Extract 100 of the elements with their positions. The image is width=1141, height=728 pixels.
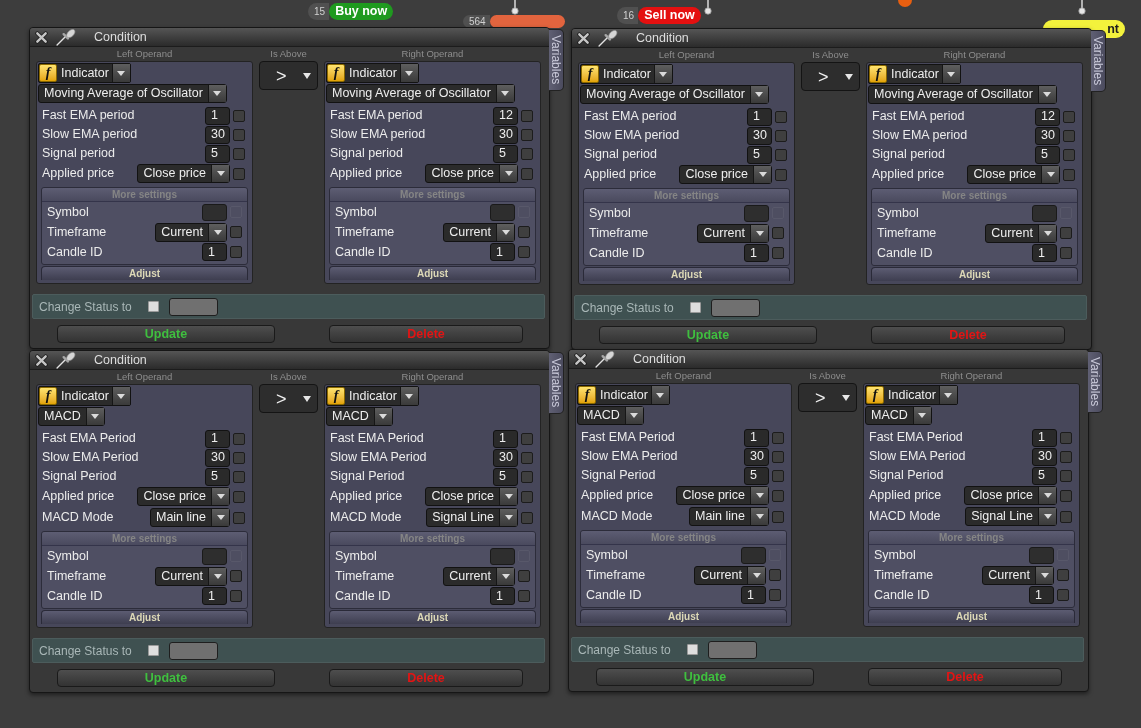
pushpin-icon[interactable] — [56, 351, 77, 369]
variables-tab[interactable]: Variables — [549, 352, 564, 414]
param-dropdown[interactable]: Current — [694, 565, 766, 585]
checkbox[interactable] — [772, 510, 784, 523]
operator-dropdown[interactable]: > — [259, 384, 318, 413]
number-field[interactable]: 1 — [747, 107, 772, 126]
text-field[interactable] — [1032, 204, 1057, 222]
number-field[interactable]: 1 — [490, 587, 515, 605]
checkbox[interactable] — [233, 490, 245, 503]
adjust-button[interactable]: Adjust — [41, 610, 248, 624]
number-field[interactable]: 5 — [205, 144, 230, 163]
source-dropdown[interactable]: f Indicator — [326, 386, 419, 406]
param-dropdown[interactable]: Current — [443, 222, 515, 242]
param-dropdown[interactable]: Close price — [967, 165, 1060, 184]
checkbox[interactable] — [230, 570, 242, 582]
number-field[interactable]: 1 — [202, 587, 227, 605]
number-field[interactable]: 30 — [1035, 126, 1060, 145]
text-field[interactable] — [202, 547, 227, 565]
node-pill[interactable]: Buy now — [329, 3, 394, 20]
checkbox[interactable] — [686, 644, 698, 655]
number-field[interactable]: 5 — [493, 467, 518, 486]
adjust-button[interactable]: Adjust — [41, 266, 248, 280]
update-button[interactable]: Update — [596, 668, 814, 686]
status-field[interactable] — [168, 297, 218, 316]
param-dropdown[interactable]: Close price — [676, 486, 769, 505]
number-field[interactable]: 1 — [490, 243, 515, 261]
text-field[interactable] — [744, 204, 769, 222]
node-pill[interactable]: Sell now — [638, 7, 701, 24]
checkbox[interactable] — [233, 128, 245, 141]
number-field[interactable]: 5 — [744, 466, 769, 485]
param-dropdown[interactable]: Current — [697, 223, 769, 243]
param-dropdown[interactable]: Main line — [149, 508, 230, 527]
close-icon[interactable] — [35, 30, 48, 44]
param-dropdown[interactable]: Close price — [425, 164, 518, 183]
source-dropdown[interactable]: f Indicator — [865, 385, 958, 405]
checkbox[interactable] — [233, 167, 245, 180]
checkbox[interactable] — [233, 432, 245, 445]
checkbox[interactable] — [769, 569, 781, 581]
source-dropdown[interactable]: f Indicator — [580, 64, 673, 84]
checkbox[interactable] — [521, 167, 533, 180]
indicator-dropdown[interactable]: Moving Average of Oscillator — [38, 84, 227, 103]
indicator-dropdown[interactable]: MACD — [326, 407, 393, 426]
number-field[interactable]: 30 — [493, 448, 518, 467]
indicator-dropdown[interactable]: Moving Average of Oscillator — [868, 85, 1057, 104]
adjust-button[interactable]: Adjust — [329, 266, 536, 280]
adjust-button[interactable]: Adjust — [868, 609, 1075, 623]
checkbox[interactable] — [1063, 168, 1075, 181]
checkbox[interactable] — [147, 645, 159, 656]
checkbox[interactable] — [521, 128, 533, 141]
number-field[interactable]: 30 — [205, 125, 230, 144]
close-icon[interactable] — [577, 31, 590, 45]
number-field[interactable]: 5 — [1035, 145, 1060, 164]
number-field[interactable]: 1 — [744, 428, 769, 447]
checkbox[interactable] — [518, 570, 530, 582]
source-dropdown[interactable]: f Indicator — [868, 64, 961, 84]
checkbox[interactable] — [772, 469, 784, 482]
number-field[interactable]: 30 — [747, 126, 772, 145]
update-button[interactable]: Update — [57, 669, 275, 687]
checkbox[interactable] — [1060, 227, 1072, 239]
checkbox[interactable] — [233, 451, 245, 464]
checkbox[interactable] — [1057, 589, 1069, 601]
indicator-dropdown[interactable]: MACD — [38, 407, 105, 426]
number-field[interactable]: 1 — [205, 106, 230, 125]
indicator-dropdown[interactable]: Moving Average of Oscillator — [580, 85, 769, 104]
checkbox[interactable] — [1060, 469, 1072, 482]
variables-tab[interactable]: Variables — [1088, 351, 1103, 413]
number-field[interactable]: 1 — [744, 244, 769, 262]
indicator-dropdown[interactable]: MACD — [577, 406, 644, 425]
status-field[interactable] — [707, 640, 757, 659]
checkbox[interactable] — [230, 246, 242, 258]
number-field[interactable]: 5 — [493, 144, 518, 163]
checkbox[interactable] — [1063, 148, 1075, 161]
number-field[interactable]: 30 — [493, 125, 518, 144]
checkbox[interactable] — [1063, 110, 1075, 123]
checkbox[interactable] — [521, 432, 533, 445]
operator-dropdown[interactable]: > — [801, 62, 860, 91]
close-icon[interactable] — [574, 352, 587, 366]
checkbox[interactable] — [1063, 129, 1075, 142]
checkbox[interactable] — [521, 470, 533, 483]
checkbox[interactable] — [230, 590, 242, 602]
checkbox[interactable] — [689, 302, 701, 313]
checkbox[interactable] — [1060, 489, 1072, 502]
checkbox[interactable] — [775, 168, 787, 181]
checkbox[interactable] — [233, 109, 245, 122]
checkbox[interactable] — [518, 246, 530, 258]
source-dropdown[interactable]: f Indicator — [38, 63, 131, 83]
text-field[interactable] — [490, 203, 515, 221]
param-dropdown[interactable]: Current — [985, 223, 1057, 243]
param-dropdown[interactable]: Close price — [137, 487, 230, 506]
number-field[interactable]: 5 — [1032, 466, 1057, 485]
checkbox[interactable] — [233, 511, 245, 524]
number-field[interactable]: 1 — [493, 429, 518, 448]
checkbox[interactable] — [1057, 569, 1069, 581]
param-dropdown[interactable]: Close price — [964, 486, 1057, 505]
close-icon[interactable] — [35, 353, 48, 367]
number-field[interactable]: 5 — [205, 467, 230, 486]
param-dropdown[interactable]: Close price — [679, 165, 772, 184]
source-dropdown[interactable]: f Indicator — [577, 385, 670, 405]
number-field[interactable]: 1 — [1032, 428, 1057, 447]
number-field[interactable]: 1 — [1029, 586, 1054, 604]
